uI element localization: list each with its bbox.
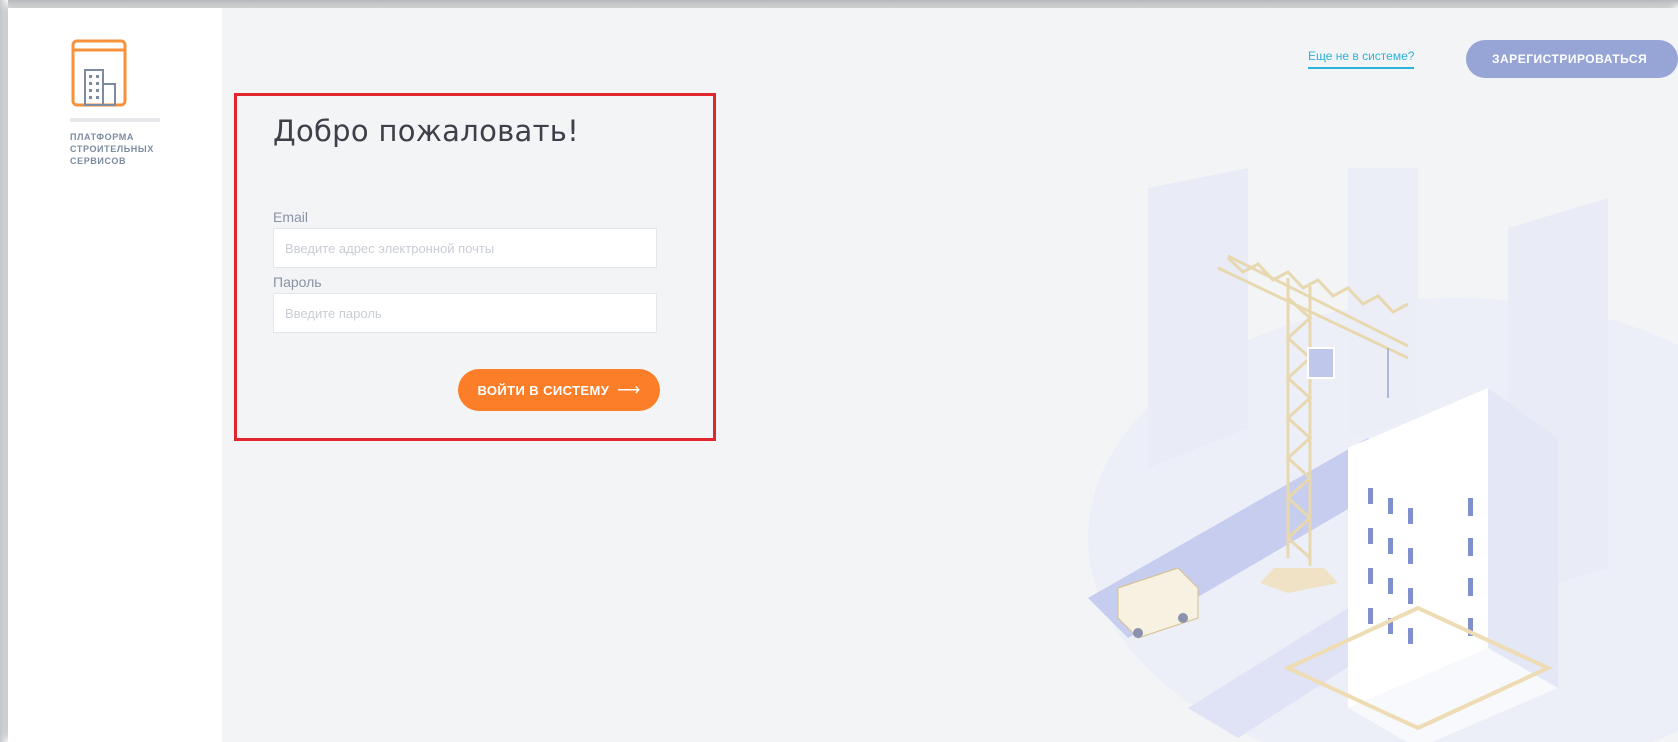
brand-name-line: СЕРВИСОВ [70, 156, 127, 166]
window-top-shadow [0, 0, 1678, 8]
register-button[interactable]: ЗАРЕГИСТРИРОВАТЬСЯ [1466, 40, 1678, 78]
window-left-shadow [0, 0, 8, 742]
building-logo-icon[interactable] [70, 38, 130, 110]
brand-name: ПЛАТФОРМА СТРОИТЕЛЬНЫХ СЕРВИСОВ [70, 131, 190, 167]
password-label: Пароль [273, 274, 322, 290]
login-button[interactable]: ВОЙТИ В СИСТЕМУ ⟶ [458, 369, 660, 411]
email-input[interactable] [273, 228, 657, 268]
page-frame: ПЛАТФОРМА СТРОИТЕЛЬНЫХ СЕРВИСОВ Еще не в… [8, 8, 1678, 742]
sidebar: ПЛАТФОРМА СТРОИТЕЛЬНЫХ СЕРВИСОВ [8, 8, 222, 742]
login-button-label: ВОЙТИ В СИСТЕМУ [477, 382, 610, 398]
arrow-right-icon: ⟶ [617, 382, 641, 399]
page-title: Добро пожаловать! [273, 114, 580, 148]
password-input[interactable] [273, 293, 657, 333]
brand-name-line: ПЛАТФОРМА [70, 132, 134, 142]
not-registered-link[interactable]: Еще не в системе? [1308, 49, 1415, 69]
construction-crane-building-illustration [1088, 168, 1678, 742]
brand-name-line: СТРОИТЕЛЬНЫХ [70, 144, 154, 154]
logo-divider [70, 118, 160, 122]
email-label: Email [273, 209, 309, 225]
